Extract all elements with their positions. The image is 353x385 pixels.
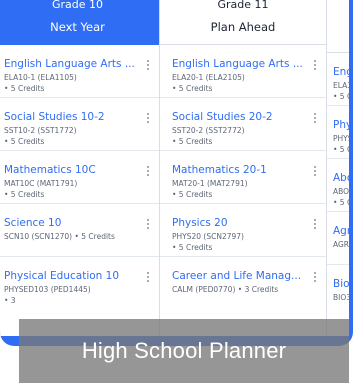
column-header-grade-10[interactable]: Grade 10 Next Year: [0, 0, 159, 45]
column-subtitle: Plan Ahead: [210, 20, 276, 34]
course-menu-icon[interactable]: [144, 164, 152, 180]
course-menu-icon[interactable]: [311, 270, 319, 286]
course-name[interactable]: Agri: [333, 225, 349, 238]
course-code: ELA20-1 (ELA2105): [172, 73, 245, 82]
column-grade-11: Grade 11 Plan Ahead English Language Art…: [160, 0, 326, 336]
course-name[interactable]: Biol: [333, 278, 349, 291]
course-menu-icon[interactable]: [144, 58, 152, 74]
course-name[interactable]: English Language Arts ...: [4, 58, 159, 71]
column-header-grade-12[interactable]: [327, 5, 349, 53]
course-name[interactable]: Social Studies 20-2: [172, 111, 326, 124]
column-grade-10: Grade 10 Next Year English Language Arts…: [0, 0, 159, 336]
course-menu-icon[interactable]: [311, 58, 319, 74]
column-grade-label: Grade 10: [51, 0, 104, 11]
course-code: ELA3: [333, 81, 349, 90]
course-card[interactable]: English Language Arts ... ELA20-1 (ELA21…: [160, 45, 326, 98]
course-credits: • 5 Credits: [172, 190, 213, 199]
course-code: CALM (PED0770) • 3 Credits: [172, 285, 279, 294]
course-credits: • 5 Credits: [4, 84, 45, 93]
course-credits: • 5 Credits: [172, 243, 213, 252]
course-card[interactable]: Phys PHYS • 5 C: [327, 106, 349, 159]
course-name[interactable]: Career and Life Manag...: [172, 270, 326, 283]
course-code: ABO: [333, 187, 349, 196]
planner-columns: Grade 10 Next Year English Language Arts…: [0, 0, 353, 346]
course-code: ELA10-1 (ELA1105): [4, 73, 77, 82]
course-name[interactable]: Engl: [333, 66, 349, 79]
course-card[interactable]: Social Studies 10-2 SST10-2 (SST1772) • …: [0, 98, 159, 151]
course-name[interactable]: Abo: [333, 172, 349, 185]
title-overlay: High School Planner: [19, 319, 349, 383]
course-name[interactable]: Mathematics 20-1: [172, 164, 326, 177]
course-code: MAT20-1 (MAT2791): [172, 179, 248, 188]
course-credits: • 3: [4, 296, 16, 305]
planner-frame: Grade 10 Next Year English Language Arts…: [0, 0, 353, 346]
course-name[interactable]: Social Studies 10-2: [4, 111, 159, 124]
course-card[interactable]: Physical Education 10 PHYSED103 (PED1445…: [0, 257, 159, 310]
course-credits: • 5 C: [333, 92, 349, 101]
course-code: PHYS20 (SCN2797): [172, 232, 244, 241]
course-card[interactable]: Social Studies 20-2 SST20-2 (SST2772) • …: [160, 98, 326, 151]
course-name[interactable]: Mathematics 10C: [4, 164, 159, 177]
course-credits: • 5 Credits: [4, 190, 45, 199]
course-card[interactable]: Physics 20 PHYS20 (SCN2797) • 5 Credits: [160, 204, 326, 257]
course-menu-icon[interactable]: [144, 217, 152, 233]
course-card[interactable]: Science 10 SCN10 (SCN1270) • 5 Credits: [0, 204, 159, 257]
overlay-title: High School Planner: [81, 338, 287, 363]
course-code: MAT10C (MAT1791): [4, 179, 78, 188]
course-credits: • 5 C: [333, 145, 349, 154]
course-menu-icon[interactable]: [311, 217, 319, 233]
course-card[interactable]: Engl ELA3 • 5 C: [327, 53, 349, 106]
course-card[interactable]: Biol BIO3: [327, 265, 349, 318]
course-menu-icon[interactable]: [311, 164, 319, 180]
course-card[interactable]: Abo ABO • 5 C: [327, 159, 349, 212]
course-menu-icon[interactable]: [311, 111, 319, 127]
course-code: AGRI: [333, 240, 349, 249]
course-name[interactable]: Phys: [333, 119, 349, 132]
course-card[interactable]: English Language Arts ... ELA10-1 (ELA11…: [0, 45, 159, 98]
course-credits: • 5 Credits: [4, 137, 45, 146]
course-card[interactable]: Agri AGRI: [327, 212, 349, 265]
course-code: PHYS: [333, 134, 349, 143]
course-menu-icon[interactable]: [144, 270, 152, 286]
course-code: PHYSED103 (PED1445): [4, 285, 91, 294]
column-grade-label: Grade 11: [217, 0, 269, 11]
course-card[interactable]: Mathematics 20-1 MAT20-1 (MAT2791) • 5 C…: [160, 151, 326, 204]
course-code: SST10-2 (SST1772): [4, 126, 77, 135]
course-menu-icon[interactable]: [144, 111, 152, 127]
course-name[interactable]: Physics 20: [172, 217, 326, 230]
course-credits: • 5 Credits: [172, 137, 213, 146]
course-code: SST20-2 (SST2772): [172, 126, 245, 135]
column-subtitle: Next Year: [50, 20, 105, 34]
column-header-grade-11[interactable]: Grade 11 Plan Ahead: [160, 0, 326, 45]
course-name[interactable]: Science 10: [4, 217, 159, 230]
course-code: BIO3: [333, 293, 349, 302]
course-name[interactable]: Physical Education 10: [4, 270, 159, 283]
course-code: SCN10 (SCN1270) • 5 Credits: [4, 232, 115, 241]
course-card[interactable]: Mathematics 10C MAT10C (MAT1791) • 5 Cre…: [0, 151, 159, 204]
course-credits: • 5 C: [333, 198, 349, 207]
course-card[interactable]: Career and Life Manag... CALM (PED0770) …: [160, 257, 326, 310]
course-name[interactable]: English Language Arts ...: [172, 58, 326, 71]
column-grade-12: Engl ELA3 • 5 C Phys PHYS • 5 C Abo ABO …: [327, 0, 349, 336]
course-credits: • 5 Credits: [172, 84, 213, 93]
